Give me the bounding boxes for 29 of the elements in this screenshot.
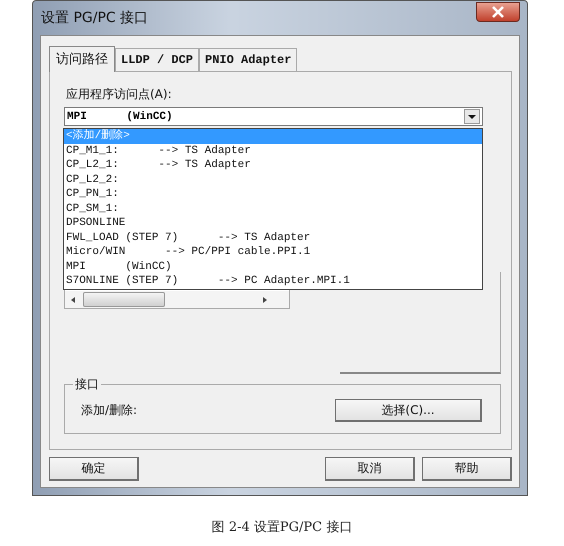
dropdown-option[interactable]: CP_SM_1: [64, 202, 482, 216]
dialog-button[interactable]: 取消 [325, 457, 415, 481]
select-button[interactable]: 选择(C)... [335, 399, 482, 422]
window-title: 设置 PG/PC 接口 [40, 9, 148, 27]
figure-caption: 图 2-4 设置PG/PC 接口 [210, 519, 354, 536]
dialog-button[interactable]: 确定 [49, 457, 139, 481]
dropdown-option[interactable]: S7ONLINE (STEP 7) --> PC Adapter.MPI.1 [64, 274, 482, 288]
dropdown-option[interactable]: CP_PN_1: [64, 187, 482, 202]
scroll-left-icon[interactable] [69, 296, 77, 304]
dialog-button[interactable]: 帮助 [422, 457, 512, 481]
add-remove-label: 添加/删除: [81, 402, 138, 419]
horizontal-scrollbar[interactable] [65, 291, 289, 308]
scroll-thumb[interactable] [83, 292, 165, 307]
group-title: 接口 [73, 376, 101, 393]
dropdown-option[interactable]: FWL_LOAD (STEP 7) --> TS Adapter [64, 230, 482, 245]
scroll-right-icon[interactable] [261, 296, 269, 304]
dropdown-option[interactable]: MPI (WinCC) [64, 260, 482, 274]
field-label: 应用程序访问点(A): [66, 86, 173, 103]
access-point-dropdown[interactable]: MPI (WinCC) [64, 107, 483, 126]
dropdown-option[interactable]: DPSONLINE [64, 216, 482, 230]
dropdown-option[interactable]: Micro/WIN --> PC/PPI cable.PPI.1 [64, 245, 482, 260]
close-icon [491, 6, 505, 18]
tab[interactable]: PNIO Adapter [199, 48, 298, 71]
tab[interactable]: LLDP / DCP [115, 48, 200, 71]
dropdown-option[interactable]: CP_L2_1: --> TS Adapter [64, 158, 482, 172]
tab[interactable]: 访问路径 [49, 46, 115, 72]
close-button[interactable] [476, 2, 520, 22]
dropdown-option[interactable]: CP_L2_2: [64, 172, 482, 187]
dropdown-option[interactable]: CP_M1_1: --> TS Adapter [64, 144, 482, 158]
